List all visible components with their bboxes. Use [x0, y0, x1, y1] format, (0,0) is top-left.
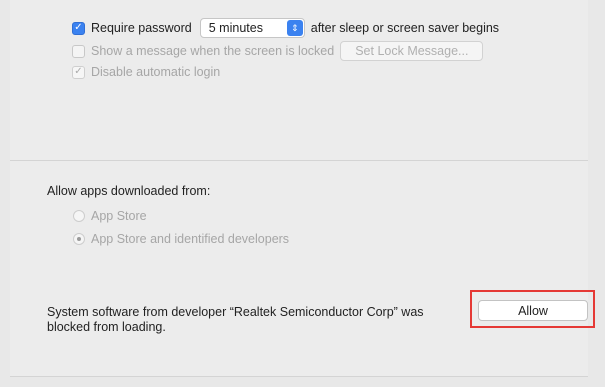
checkmark-icon: ✓ — [74, 66, 83, 77]
chevron-updown-icon[interactable]: ⇕ — [286, 20, 303, 36]
disable-auto-login-label: Disable automatic login — [91, 65, 221, 79]
radio-label-app-store: App Store — [91, 209, 147, 223]
disable-auto-login-checkbox[interactable]: ✓ — [72, 65, 85, 79]
show-message-checkbox[interactable] — [72, 44, 85, 58]
require-password-label: Require password — [91, 21, 192, 35]
radio-option-identified-developers[interactable]: App Store and identified developers — [73, 232, 289, 246]
disable-auto-login-row: ✓ Disable automatic login — [72, 65, 220, 79]
blocked-message-line2: blocked from loading. — [47, 320, 166, 334]
radio-label-identified-developers: App Store and identified developers — [91, 232, 290, 246]
allow-apps-heading: Allow apps downloaded from: — [47, 184, 210, 198]
show-message-row: Show a message when the screen is locked… — [72, 41, 484, 61]
password-delay-value: 5 minutes — [208, 21, 263, 35]
checkmark-icon: ✓ — [74, 22, 83, 33]
section-divider — [10, 160, 588, 161]
blocked-message-line1: System software from developer “Realtek … — [47, 305, 424, 319]
radio-button-selected[interactable] — [73, 233, 85, 245]
show-message-label: Show a message when the screen is locked — [91, 44, 335, 58]
radio-button[interactable] — [73, 210, 85, 222]
allow-button[interactable]: Allow — [478, 300, 588, 321]
radio-option-app-store[interactable]: App Store — [73, 209, 147, 223]
require-password-row: ✓ Require password 5 minutes ⇕ after sle… — [72, 18, 499, 38]
allow-apps-heading-text: Allow apps downloaded from: — [47, 184, 211, 198]
require-password-checkbox[interactable]: ✓ — [72, 21, 85, 35]
set-lock-message-button[interactable]: Set Lock Message... — [340, 41, 484, 61]
bottom-divider — [10, 376, 588, 377]
password-delay-select[interactable]: 5 minutes ⇕ — [199, 18, 305, 38]
require-password-suffix: after sleep or screen saver begins — [310, 21, 500, 35]
blocked-software-message: System software from developer “Realtek … — [47, 305, 467, 335]
